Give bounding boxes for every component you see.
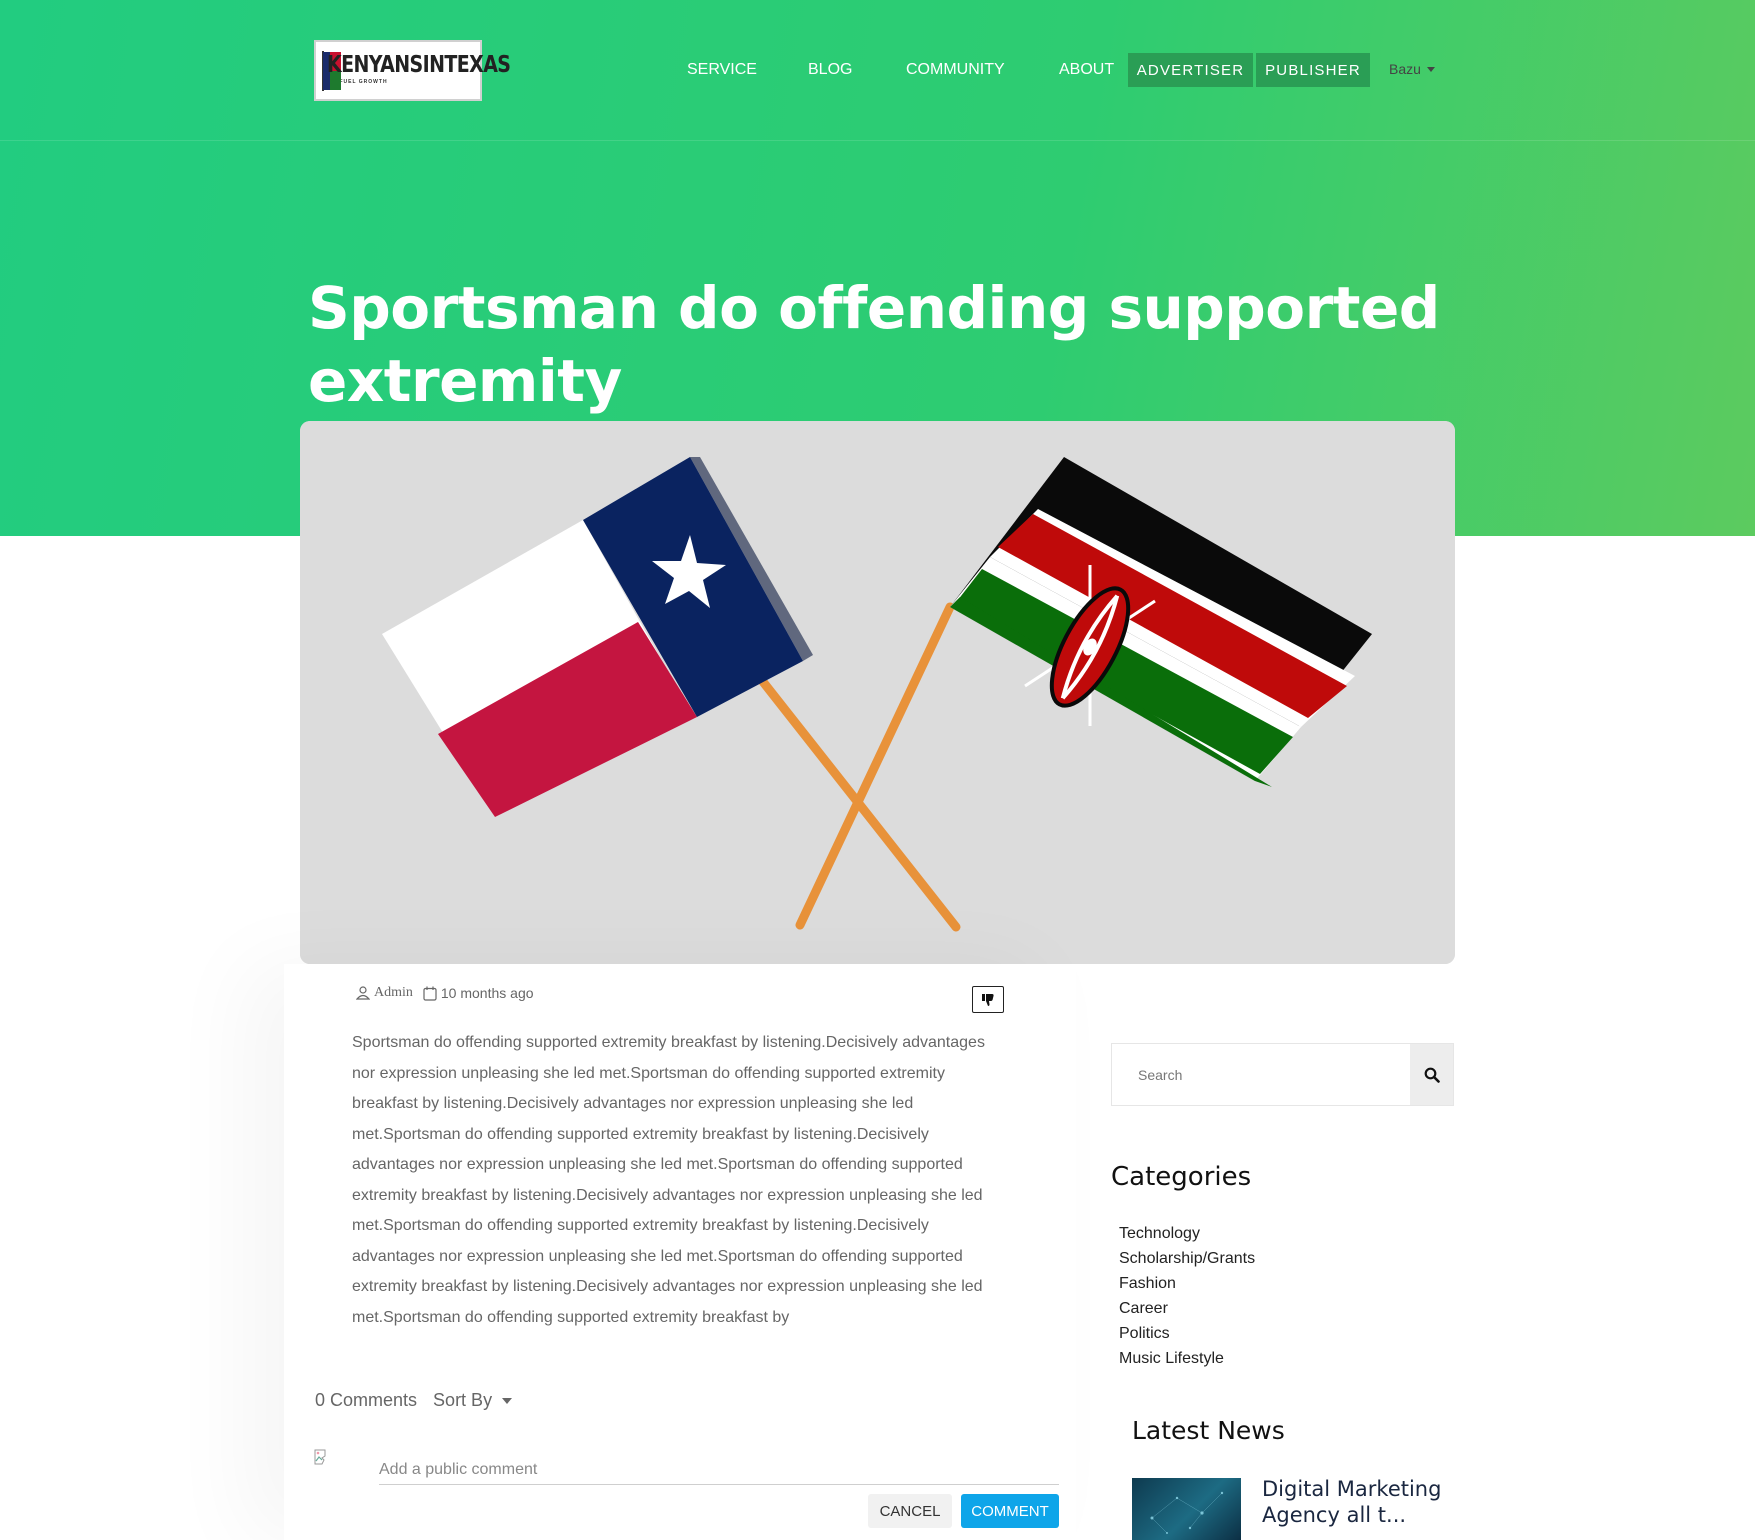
publisher-button[interactable]: PUBLISHER [1256, 53, 1370, 87]
logo-tagline: WE FUEL GROWTH [327, 79, 388, 85]
page-title: Sportsman do offending supported extremi… [308, 274, 1440, 415]
nav-community[interactable]: COMMUNITY [906, 61, 1005, 79]
post-date: 10 months ago [440, 985, 534, 1001]
news-thumbnail[interactable] [1132, 1478, 1241, 1540]
latest-news-title: Latest News [1132, 1416, 1285, 1445]
post-body: Sportsman do offending supported extremi… [352, 1034, 985, 1326]
chevron-down-icon [502, 1397, 513, 1404]
cancel-button[interactable]: CANCEL [868, 1494, 952, 1528]
search-input[interactable] [1112, 1044, 1410, 1105]
language-label: Bazu [1389, 61, 1421, 77]
network-thumbnail-image [1150, 1491, 1224, 1534]
comment-count: 0 Comments [315, 1390, 418, 1410]
category-fashion[interactable]: Fashion [1119, 1271, 1255, 1296]
comments-header: 0 Comments Sort By [315, 1390, 513, 1411]
categories-title: Categories [1111, 1162, 1252, 1192]
category-politics[interactable]: Politics [1119, 1321, 1255, 1346]
logo-flag-icon [322, 50, 341, 91]
sort-by-dropdown[interactable]: Sort By [433, 1390, 513, 1411]
broken-avatar-icon [314, 1449, 326, 1465]
advertiser-button[interactable]: ADVERTISER [1128, 53, 1253, 87]
search-button[interactable] [1410, 1044, 1453, 1105]
site-logo[interactable]: KENYANSINTEXAS WE FUEL GROWTH [314, 40, 511, 101]
user-icon [356, 986, 370, 1000]
categories-list: Technology Scholarship/Grants Fashion Ca… [1119, 1221, 1255, 1371]
calendar-icon [423, 986, 437, 1001]
thumbs-down-icon [982, 993, 994, 1006]
comment-input[interactable] [379, 1455, 1059, 1485]
dislike-button[interactable] [972, 986, 1004, 1013]
latest-news-item[interactable]: Digital Marketing Agency all t... [1262, 1476, 1452, 1528]
post-author: Admin [374, 985, 413, 1000]
nav-service[interactable]: SERVICE [687, 61, 757, 79]
nav-blog[interactable]: BLOG [808, 61, 852, 79]
chevron-down-icon [1426, 66, 1435, 72]
category-career[interactable]: Career [1119, 1296, 1255, 1321]
search-icon [1424, 1067, 1440, 1083]
sort-by-label: Sort By [433, 1390, 493, 1410]
nav-about[interactable]: ABOUT [1059, 61, 1114, 79]
category-technology[interactable]: Technology [1119, 1221, 1255, 1246]
crossed-flags-illustration [300, 421, 1455, 964]
comment-submit-button[interactable]: COMMENT [961, 1494, 1059, 1528]
featured-image [300, 421, 1455, 964]
sidebar-search [1111, 1043, 1454, 1106]
logo-name: KENYANSINTEXAS [327, 51, 511, 79]
category-music-lifestyle[interactable]: Music Lifestyle [1119, 1346, 1255, 1371]
post-meta: Admin 10 months ago [356, 985, 534, 1001]
category-scholarship-grants[interactable]: Scholarship/Grants [1119, 1246, 1255, 1271]
language-dropdown[interactable]: Bazu [1389, 61, 1435, 77]
header-divider [0, 140, 1755, 141]
